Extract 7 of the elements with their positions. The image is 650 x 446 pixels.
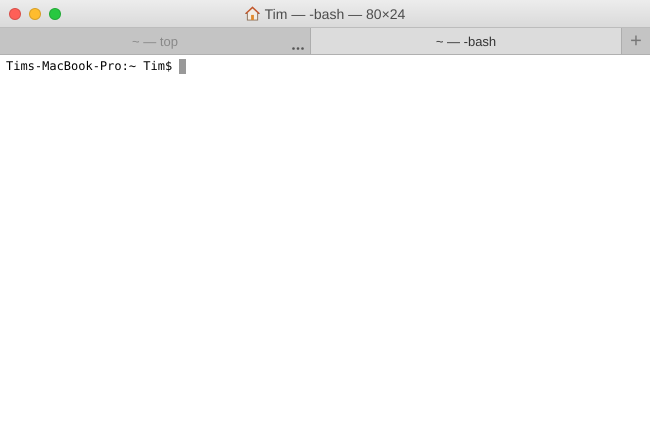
house-icon [244,6,260,21]
minimize-button[interactable] [29,8,41,20]
zoom-button[interactable] [49,8,61,20]
terminal-prompt: Tims-MacBook-Pro:~ Tim$ [6,59,174,73]
close-button[interactable] [9,8,21,20]
window-title: Tim — -bash — 80×24 [264,6,406,22]
tab[interactable]: ~ — -bash [311,28,622,54]
